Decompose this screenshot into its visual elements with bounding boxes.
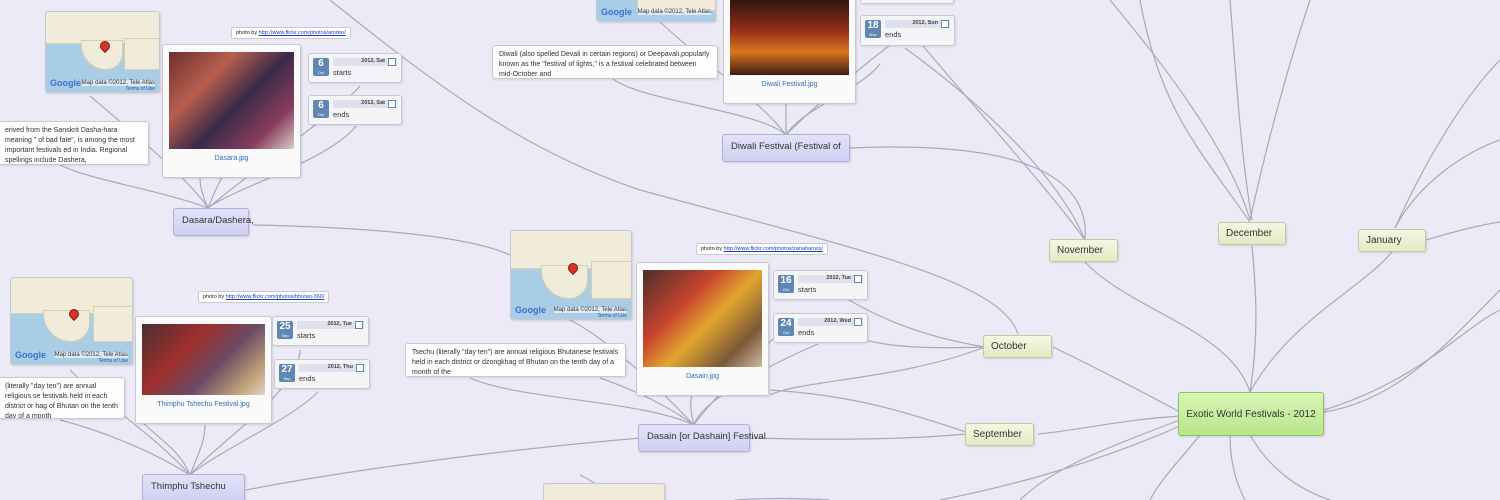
note-diwali[interactable]: Diwali (also spelled Devali in certain r… [492, 45, 718, 79]
calendar-icon: 18 Nov [865, 20, 881, 38]
map-terms-link[interactable]: Terms of Use [598, 313, 627, 319]
month-node-november[interactable]: November [1049, 239, 1118, 262]
date-label: ends [299, 374, 316, 383]
month-label: October [991, 341, 1027, 352]
map-thimphu[interactable]: Google Map data ©2012, Tele Atlas Terms … [10, 277, 133, 365]
credit-url-link[interactable]: http://www.flickr.com/photos/zanaharuss/ [724, 246, 823, 252]
event-label: Thimphu Tshechu [151, 481, 226, 492]
google-logo: Google [601, 7, 632, 17]
date-picker-icon[interactable] [854, 275, 862, 283]
photo-caption-link[interactable]: Dasara.jpg [169, 155, 294, 162]
photo-caption-link[interactable]: Thimphu Tshechu Festival.jpg [142, 401, 265, 408]
date-label: ends [333, 110, 350, 119]
photo-dasara[interactable]: Dasara.jpg [162, 44, 301, 178]
credit-prefix: photo by [203, 294, 225, 300]
map-dasara[interactable]: Google Map data ©2012, Tele Atlas Terms … [45, 11, 160, 93]
mindmap-canvas[interactable]: Exotic World Festivals - 2012 November D… [0, 0, 1500, 500]
month-label: November [1057, 245, 1104, 256]
date-thimphu-end[interactable]: 27 Sep 2012, Thu ends [274, 359, 370, 389]
google-logo: Google [15, 350, 46, 360]
photo-dasain[interactable]: Dasain.jpg [636, 262, 769, 396]
diwali-photo-image [730, 0, 849, 75]
map-terms-link[interactable]: Terms of Use [99, 358, 128, 364]
month-label: December [1226, 228, 1273, 239]
note-text: (literally "day ten") are annual religio… [5, 383, 118, 419]
credit-url-link[interactable]: http://www.flickr.com/photos/bhutan-360/ [226, 294, 325, 300]
photo-thimphu[interactable]: Thimphu Tshechu Festival.jpg [135, 316, 272, 424]
date-picker-icon[interactable] [355, 321, 363, 329]
date-dasain-end[interactable]: 24 Oct 2012, Wed ends [773, 313, 868, 343]
month-node-january[interactable]: January [1358, 229, 1426, 252]
dasain-photo-image [643, 270, 762, 367]
date-dasain-start[interactable]: 16 Oct 2012, Tue starts [773, 270, 868, 300]
date-label: ends [885, 30, 902, 39]
month-node-september[interactable]: September [965, 423, 1034, 446]
root-topic-label: Exotic World Festivals - 2012 [1186, 408, 1316, 420]
event-node-diwali[interactable]: Diwali Festival (Festival of [722, 134, 850, 162]
photo-credit-dasain[interactable]: photo by http://www.flickr.com/photos/za… [696, 243, 828, 255]
event-label: Dasara/Dashera, [182, 215, 254, 226]
note-text: Diwali (also spelled Devali in certain r… [499, 51, 710, 78]
month-node-december[interactable]: December [1218, 222, 1286, 245]
photo-credit-dasara[interactable]: photo by http://www.flickr.com/photos/am… [231, 27, 351, 39]
map-land [591, 261, 631, 299]
date-dasara-start[interactable]: 6 Oct 2012, Sat starts [308, 53, 402, 83]
date-dasara-end[interactable]: 6 Oct 2012, Sat ends [308, 95, 402, 125]
event-node-thimphu[interactable]: Thimphu Tshechu [142, 474, 245, 500]
date-label: starts [333, 68, 352, 77]
map-bottom[interactable] [543, 483, 665, 500]
note-text: Tsechu (literally "day ten") are annual … [412, 349, 619, 376]
calendar-icon: 6 Oct [313, 100, 329, 118]
photo-caption-link[interactable]: Dasain.jpg [643, 373, 762, 380]
map-land [544, 484, 664, 500]
note-text: erived from the Sanskrit Dasha-hara mean… [5, 127, 135, 164]
map-land [124, 38, 159, 70]
credit-url-link[interactable]: http://www.flickr.com/photos/amrkw/ [259, 30, 346, 36]
photo-credit-thimphu[interactable]: photo by http://www.flickr.com/photos/bh… [198, 291, 330, 303]
date-label: starts [297, 331, 316, 340]
calendar-icon: 16 Oct [778, 275, 794, 293]
date-picker-icon[interactable] [356, 364, 364, 372]
month-node-october[interactable]: October [983, 335, 1052, 358]
calendar-icon: 24 Oct [778, 318, 794, 336]
month-label: January [1366, 235, 1402, 246]
calendar-icon: 27 Sep [279, 364, 295, 382]
root-topic[interactable]: Exotic World Festivals - 2012 [1178, 392, 1324, 436]
photo-caption-link[interactable]: Diwali Festival.jpg [730, 81, 849, 88]
photo-diwali[interactable]: Diwali Festival.jpg [723, 0, 856, 104]
date-diwali-start[interactable] [860, 0, 954, 4]
map-land [541, 265, 588, 299]
calendar-icon: 6 Oct [313, 58, 329, 76]
month-label: September [973, 429, 1022, 440]
note-tshechu[interactable]: Tsechu (literally "day ten") are annual … [405, 343, 626, 377]
date-picker-icon[interactable] [941, 20, 949, 28]
note-dasara[interactable]: erived from the Sanskrit Dasha-hara mean… [0, 121, 149, 165]
google-logo: Google [515, 305, 546, 315]
map-diwali[interactable]: Google Map data ©2012, Tele Atlas [596, 0, 716, 22]
event-node-dasain[interactable]: Dasain [or Dashain] Festival [638, 424, 766, 452]
date-diwali-end[interactable]: 18 Nov 2012, Sun ends [860, 15, 955, 46]
date-thimphu-start[interactable]: 25 Sep 2012, Tue starts [272, 316, 369, 346]
map-dasain[interactable]: Google Map data ©2012, Tele Atlas Terms … [510, 230, 632, 320]
credit-prefix: photo by [236, 30, 258, 36]
map-attribution: Map data ©2012, Tele Atlas [637, 9, 711, 15]
map-land [43, 310, 90, 342]
date-label: ends [798, 328, 815, 337]
event-node-dasara[interactable]: Dasara/Dashera, [173, 208, 254, 236]
google-logo: Google [50, 78, 81, 88]
dasara-photo-image [169, 52, 294, 149]
thimphu-photo-image [142, 324, 265, 395]
credit-prefix: photo by [701, 246, 723, 252]
note-thimphu[interactable]: (literally "day ten") are annual religio… [0, 377, 125, 419]
date-year: 2012, Tue [297, 321, 364, 329]
event-label: Dasain [or Dashain] Festival [647, 431, 766, 442]
calendar-icon: 25 Sep [277, 321, 293, 339]
date-label: starts [798, 285, 817, 294]
map-terms-link[interactable]: Terms of Use [126, 86, 155, 92]
map-land [93, 306, 132, 342]
date-picker-icon[interactable] [388, 58, 396, 66]
event-label: Diwali Festival (Festival of [731, 141, 841, 152]
date-picker-icon[interactable] [854, 318, 862, 326]
date-picker-icon[interactable] [388, 100, 396, 108]
